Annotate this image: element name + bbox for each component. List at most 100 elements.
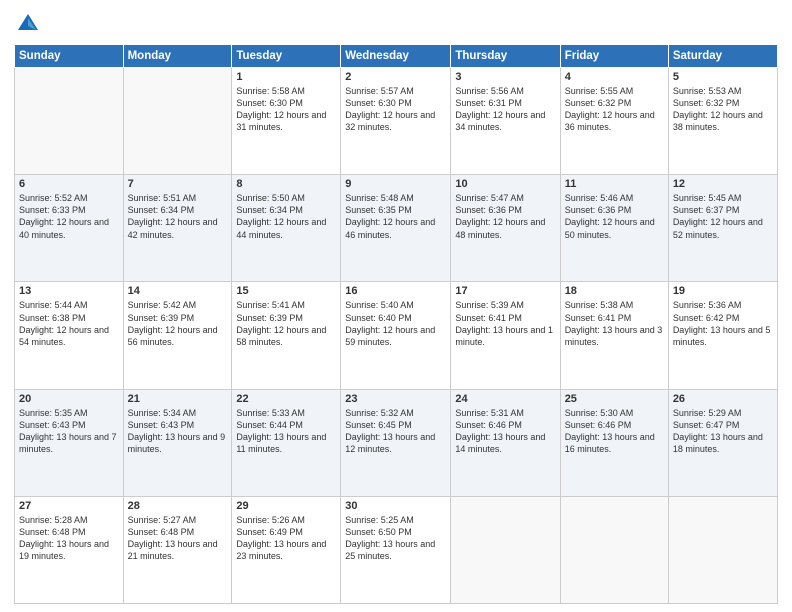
- day-cell: 14 Sunrise: 5:42 AM Sunset: 6:39 PM Dayli…: [123, 282, 232, 389]
- day-number: 22: [236, 393, 336, 405]
- day-cell: 23 Sunrise: 5:32 AM Sunset: 6:45 PM Dayli…: [341, 389, 451, 496]
- day-cell: 22 Sunrise: 5:33 AM Sunset: 6:44 PM Dayli…: [232, 389, 341, 496]
- day-cell: 1 Sunrise: 5:58 AM Sunset: 6:30 PM Daylig…: [232, 68, 341, 175]
- day-info: Sunrise: 5:33 AM Sunset: 6:44 PM Dayligh…: [236, 407, 336, 456]
- day-info: Sunrise: 5:50 AM Sunset: 6:34 PM Dayligh…: [236, 192, 336, 241]
- header-row: SundayMondayTuesdayWednesdayThursdayFrid…: [15, 45, 778, 68]
- col-header-thursday: Thursday: [451, 45, 560, 68]
- day-cell: [668, 496, 777, 603]
- day-cell: 25 Sunrise: 5:30 AM Sunset: 6:46 PM Dayli…: [560, 389, 668, 496]
- week-row-2: 6Sunrise: 5:52 AM Sunset: 6:33 PM Daylig…: [15, 175, 778, 282]
- logo: [14, 10, 44, 38]
- day-number: 28: [128, 500, 228, 512]
- day-number: 17: [455, 285, 555, 297]
- day-cell: 5 Sunrise: 5:53 AM Sunset: 6:32 PM Daylig…: [668, 68, 777, 175]
- day-cell: 17 Sunrise: 5:39 AM Sunset: 6:41 PM Dayli…: [451, 282, 560, 389]
- day-cell: [451, 496, 560, 603]
- day-cell: 7 Sunrise: 5:51 AM Sunset: 6:34 PM Daylig…: [123, 175, 232, 282]
- day-cell: 10Sunrise: 5:47 AM Sunset: 6:36 PM Dayli…: [451, 175, 560, 282]
- day-number: 9: [345, 178, 446, 190]
- day-info: Sunrise: 5:39 AM Sunset: 6:41 PM Dayligh…: [455, 299, 555, 348]
- day-number: 30: [345, 500, 446, 512]
- day-cell: 24 Sunrise: 5:31 AM Sunset: 6:46 PM Dayli…: [451, 389, 560, 496]
- day-number: 24: [455, 393, 555, 405]
- day-info: Sunrise: 5:25 AM Sunset: 6:50 PM Dayligh…: [345, 514, 446, 563]
- day-cell: 18 Sunrise: 5:38 AM Sunset: 6:41 PM Dayli…: [560, 282, 668, 389]
- col-header-monday: Monday: [123, 45, 232, 68]
- calendar-table: SundayMondayTuesdayWednesdayThursdayFrid…: [14, 44, 778, 604]
- day-info: Sunrise: 5:53 AM Sunset: 6:32 PM Dayligh…: [673, 85, 773, 134]
- day-info: Sunrise: 5:44 AM Sunset: 6:38 PM Dayligh…: [19, 299, 119, 348]
- page: SundayMondayTuesdayWednesdayThursdayFrid…: [0, 0, 792, 612]
- day-cell: 19Sunrise: 5:36 AM Sunset: 6:42 PM Dayli…: [668, 282, 777, 389]
- day-number: 18: [565, 285, 664, 297]
- day-cell: 9Sunrise: 5:48 AM Sunset: 6:35 PM Daylig…: [341, 175, 451, 282]
- day-info: Sunrise: 5:31 AM Sunset: 6:46 PM Dayligh…: [455, 407, 555, 456]
- day-number: 29: [236, 500, 336, 512]
- day-cell: 8 Sunrise: 5:50 AM Sunset: 6:34 PM Daylig…: [232, 175, 341, 282]
- day-cell: 4Sunrise: 5:55 AM Sunset: 6:32 PM Daylig…: [560, 68, 668, 175]
- col-header-friday: Friday: [560, 45, 668, 68]
- col-header-wednesday: Wednesday: [341, 45, 451, 68]
- day-info: Sunrise: 5:29 AM Sunset: 6:47 PM Dayligh…: [673, 407, 773, 456]
- col-header-sunday: Sunday: [15, 45, 124, 68]
- day-cell: 27 Sunrise: 5:28 AM Sunset: 6:48 PM Dayli…: [15, 496, 124, 603]
- day-number: 16: [345, 285, 446, 297]
- day-cell: 29Sunrise: 5:26 AM Sunset: 6:49 PM Dayli…: [232, 496, 341, 603]
- day-info: Sunrise: 5:58 AM Sunset: 6:30 PM Dayligh…: [236, 85, 336, 134]
- col-header-tuesday: Tuesday: [232, 45, 341, 68]
- day-number: 8: [236, 178, 336, 190]
- day-number: 1: [236, 71, 336, 83]
- day-number: 27: [19, 500, 119, 512]
- day-number: 6: [19, 178, 119, 190]
- day-number: 10: [455, 178, 555, 190]
- day-cell: 16 Sunrise: 5:40 AM Sunset: 6:40 PM Dayli…: [341, 282, 451, 389]
- day-cell: 12Sunrise: 5:45 AM Sunset: 6:37 PM Dayli…: [668, 175, 777, 282]
- logo-icon: [14, 10, 42, 38]
- week-row-4: 20 Sunrise: 5:35 AM Sunset: 6:43 PM Dayli…: [15, 389, 778, 496]
- day-number: 11: [565, 178, 664, 190]
- day-cell: 6Sunrise: 5:52 AM Sunset: 6:33 PM Daylig…: [15, 175, 124, 282]
- day-number: 14: [128, 285, 228, 297]
- col-header-saturday: Saturday: [668, 45, 777, 68]
- day-number: 13: [19, 285, 119, 297]
- day-info: Sunrise: 5:38 AM Sunset: 6:41 PM Dayligh…: [565, 299, 664, 348]
- day-cell: 15 Sunrise: 5:41 AM Sunset: 6:39 PM Dayli…: [232, 282, 341, 389]
- header: [14, 10, 778, 38]
- day-cell: 26 Sunrise: 5:29 AM Sunset: 6:47 PM Dayli…: [668, 389, 777, 496]
- day-number: 7: [128, 178, 228, 190]
- day-cell: 2Sunrise: 5:57 AM Sunset: 6:30 PM Daylig…: [341, 68, 451, 175]
- day-cell: 28Sunrise: 5:27 AM Sunset: 6:48 PM Dayli…: [123, 496, 232, 603]
- day-cell: 30 Sunrise: 5:25 AM Sunset: 6:50 PM Dayli…: [341, 496, 451, 603]
- day-cell: 20 Sunrise: 5:35 AM Sunset: 6:43 PM Dayli…: [15, 389, 124, 496]
- day-cell: [15, 68, 124, 175]
- day-cell: 21 Sunrise: 5:34 AM Sunset: 6:43 PM Dayli…: [123, 389, 232, 496]
- day-info: Sunrise: 5:32 AM Sunset: 6:45 PM Dayligh…: [345, 407, 446, 456]
- day-info: Sunrise: 5:40 AM Sunset: 6:40 PM Dayligh…: [345, 299, 446, 348]
- day-number: 25: [565, 393, 664, 405]
- day-info: Sunrise: 5:51 AM Sunset: 6:34 PM Dayligh…: [128, 192, 228, 241]
- day-cell: 13 Sunrise: 5:44 AM Sunset: 6:38 PM Dayli…: [15, 282, 124, 389]
- day-number: 20: [19, 393, 119, 405]
- day-info: Sunrise: 5:34 AM Sunset: 6:43 PM Dayligh…: [128, 407, 228, 456]
- day-info: Sunrise: 5:35 AM Sunset: 6:43 PM Dayligh…: [19, 407, 119, 456]
- day-number: 26: [673, 393, 773, 405]
- day-number: 23: [345, 393, 446, 405]
- day-number: 15: [236, 285, 336, 297]
- day-info: Sunrise: 5:46 AM Sunset: 6:36 PM Dayligh…: [565, 192, 664, 241]
- day-info: Sunrise: 5:36 AM Sunset: 6:42 PM Dayligh…: [673, 299, 773, 348]
- day-number: 21: [128, 393, 228, 405]
- day-info: Sunrise: 5:57 AM Sunset: 6:30 PM Dayligh…: [345, 85, 446, 134]
- day-cell: 3Sunrise: 5:56 AM Sunset: 6:31 PM Daylig…: [451, 68, 560, 175]
- day-cell: [123, 68, 232, 175]
- week-row-5: 27 Sunrise: 5:28 AM Sunset: 6:48 PM Dayli…: [15, 496, 778, 603]
- day-info: Sunrise: 5:28 AM Sunset: 6:48 PM Dayligh…: [19, 514, 119, 563]
- day-number: 4: [565, 71, 664, 83]
- week-row-3: 13 Sunrise: 5:44 AM Sunset: 6:38 PM Dayli…: [15, 282, 778, 389]
- day-info: Sunrise: 5:30 AM Sunset: 6:46 PM Dayligh…: [565, 407, 664, 456]
- day-info: Sunrise: 5:42 AM Sunset: 6:39 PM Dayligh…: [128, 299, 228, 348]
- day-number: 3: [455, 71, 555, 83]
- day-number: 5: [673, 71, 773, 83]
- day-info: Sunrise: 5:41 AM Sunset: 6:39 PM Dayligh…: [236, 299, 336, 348]
- day-cell: 11 Sunrise: 5:46 AM Sunset: 6:36 PM Dayli…: [560, 175, 668, 282]
